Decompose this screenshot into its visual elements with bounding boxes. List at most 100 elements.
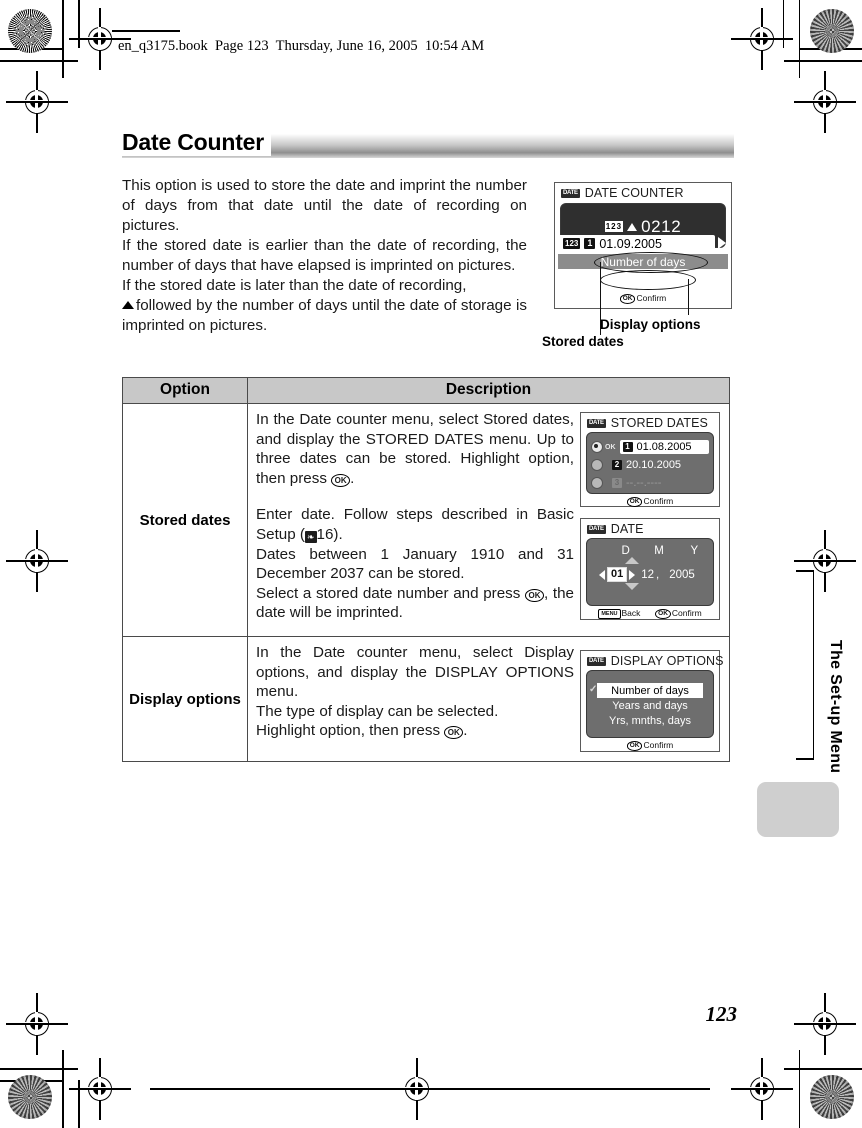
radio-selected-icon[interactable] [591,441,603,453]
stored-date-value: 20.10.2005 [626,459,682,471]
stored-date-row-2[interactable]: 2 20.10.2005 [591,457,709,473]
lcd-row-display-options[interactable]: Number of days [558,254,728,269]
date-header-month: M [654,545,664,557]
caret-left-icon[interactable] [599,569,605,580]
lcd-footer: OK Confirm [581,738,719,753]
lcd-screen-stored-dates: DATE STORED DATES OK 1 01.08.2005 2 20.1… [580,412,720,507]
intro-paragraph-3-lead: If the stored date is later than the dat… [122,277,467,294]
stored-date-number-badge: 2 [612,460,622,470]
desc-paragraph-2a: Enter date. Follow steps described in Ba… [256,506,574,543]
chevron-right-icon [718,237,726,249]
ok-button-icon: OK [655,609,671,619]
desc-paragraph-1: In the Date counter menu, select Stored … [256,410,574,488]
lcd-title-text: STORED DATES [610,416,708,430]
display-options-list: ✓ Number of days Years and days Yrs, mnt… [589,683,703,728]
date-day-field[interactable]: 01 [607,567,628,582]
intro-paragraph-1: This option is used to store the date an… [122,177,527,234]
display-option-label: Yrs, mnths, days [609,714,691,727]
crop-line-top-right-h [784,60,862,62]
reference-book-icon: ❧ [304,530,317,543]
color-burst-top-left [8,9,52,53]
stored-date-number-badge: 3 [612,478,622,488]
page-number: 123 [705,1002,738,1026]
date-header-day: D [621,545,630,557]
lcd-footer-label: Confirm [643,496,674,506]
display-option-label: Years and days [612,699,688,712]
lcd-footer-label: Confirm [636,293,667,303]
side-rule [812,570,814,760]
stored-date-number-badge: 1 [584,238,596,249]
display-option-label: Number of days [611,684,689,697]
counter-value-text: 0212 [641,217,682,236]
ok-button-icon: OK [626,741,643,751]
side-rule-top-tick [796,570,814,572]
date-year-field[interactable]: 2005 [669,569,695,581]
registration-mark-mid-left [6,530,68,592]
caret-up-icon[interactable] [625,557,639,564]
chevron-right-icon [696,442,703,452]
desc2-paragraph-1: In the Date counter menu, select Display… [256,644,574,701]
display-option-item-number-of-days[interactable]: ✓ Number of days [589,683,703,698]
stored-date-pill: 3 --.--.---- [609,476,709,490]
intro-paragraph-3-text: followed by the number of days until the… [122,297,527,334]
lcd-options-area: ✓ Number of days Years and days Yrs, mnt… [586,670,714,738]
callout-label-display-options: Display options [600,317,701,332]
desc-paragraph-3: Dates between 1 January 1910 and 31 Dece… [256,545,574,583]
counter-segment-icon: 123 [604,221,624,232]
lcd-footer-back-label: Back [621,608,641,618]
crop-line-bottom-center [150,1088,710,1090]
display-option-item-years-and-days[interactable]: Years and days [597,698,703,713]
section-tab-label: The Set-up Menu [827,640,844,774]
lcd-title-row: DATE STORED DATES [581,413,719,431]
lcd-title-row: DATE DATE [581,519,719,537]
lcd-title-text: DISPLAY OPTIONS [610,654,724,668]
date-comma: , [656,568,660,581]
lcd-title-row: DATE DATE COUNTER [555,183,731,201]
lcd-screen-date: DATE DATE D M Y 01 12 , 2005 MENU Back OK… [580,518,720,620]
crop-line-bottom-right-v [798,1050,800,1128]
lcd-screen-date-counter: DATE DATE COUNTER 123 0212 123 1 01.09.20… [554,182,732,309]
desc-paragraph-2b: 16). [316,525,343,543]
lcd-row-stored-dates[interactable]: 123 1 01.09.2005 [558,235,715,252]
lcd-screen-display-options: DATE DISPLAY OPTIONS ✓ Number of days Ye… [580,650,723,753]
leader-line-display-options [688,279,690,315]
date-column-headers: D M Y [587,545,713,557]
stored-date-row-1[interactable]: OK 1 01.08.2005 [591,439,709,455]
crop-line-bottom-left-v [62,1050,64,1128]
crop-line-top-left-h [0,60,78,62]
radio-unselected-icon[interactable] [591,459,603,471]
table-header-description: Description [247,377,730,404]
caret-down-icon[interactable] [625,583,639,590]
intro-paragraph-2: If the stored date is earlier than the d… [122,237,527,274]
caret-right-icon[interactable] [629,569,636,580]
lcd-list-area: OK 1 01.08.2005 2 20.10.2005 3 --.--.---… [586,432,714,494]
crop-line-inner-right-v [782,0,784,48]
table-cell-option-display-options: Display options [122,636,248,762]
lcd-title-text: DATE COUNTER [584,186,684,200]
header-file-line: en_q3175.book Page 123 Thursday, June 16… [118,38,485,54]
stored-date-row-3[interactable]: 3 --.--.---- [591,475,709,491]
radio-unselected-icon[interactable] [591,477,603,489]
page-title-bar: Date Counter [122,129,734,158]
registration-mark-bottom-left [69,1058,131,1120]
stored-date-pill: 2 20.10.2005 [609,458,709,472]
color-burst-bottom-right [810,1075,854,1119]
date-month-field[interactable]: 12 [641,569,654,581]
registration-mark-top-left [69,8,131,70]
menu-button-icon: MENU [598,609,621,619]
color-burst-top-right [810,9,854,53]
date-badge-icon: DATE [561,188,580,198]
desc2-paragraph-3b: . [463,722,468,740]
desc-paragraph-2: Enter date. Follow steps described in Ba… [256,505,574,544]
crop-line-inner-left-v [78,0,80,48]
crop-line-bottom-left-h [0,1068,78,1070]
crop-line-bottom-right-h [784,1068,862,1070]
display-option-value: Number of days [600,254,686,269]
display-option-item-yrs-mnths-days[interactable]: Yrs, mnths, days [597,713,703,728]
lcd-footer-label: Confirm [643,740,674,750]
color-burst-bottom-left [8,1075,52,1119]
table-header-row: Option Description [122,377,730,404]
stored-date-value: --.--.---- [626,477,662,489]
lcd-title-row: DATE DISPLAY OPTIONS [581,651,723,669]
